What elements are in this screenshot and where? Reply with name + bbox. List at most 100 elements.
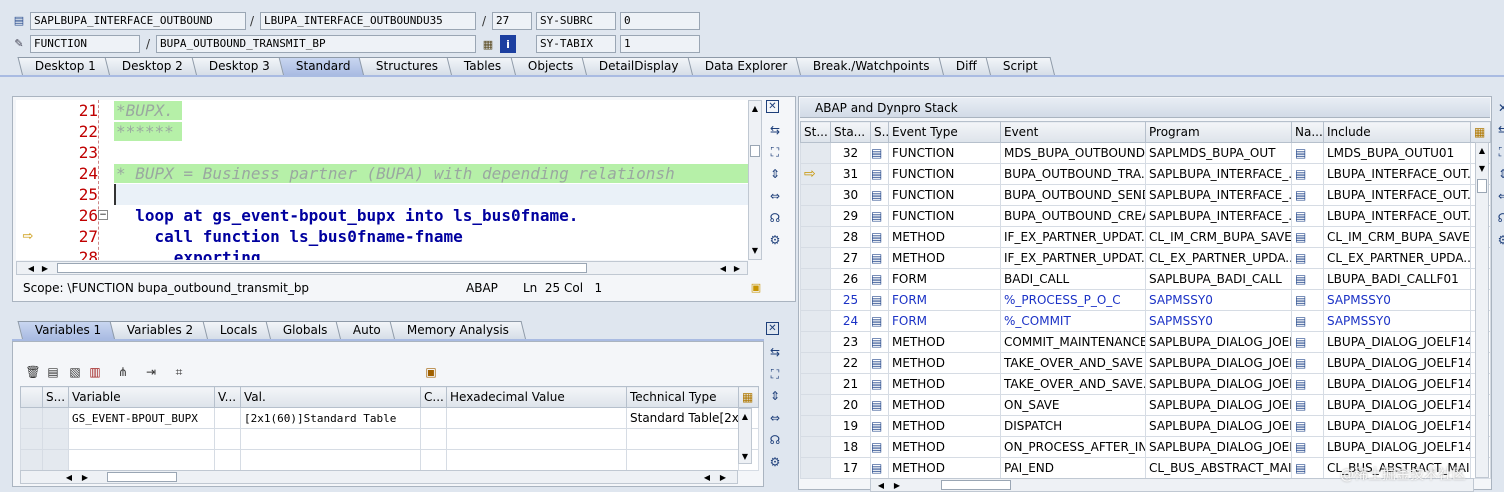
scroll-right-icon[interactable]: ▶ [39,262,51,274]
navigate-icon-cell[interactable]: ▤ [1291,415,1324,437]
tab-structures[interactable]: Structures [358,57,456,75]
tab-script[interactable]: Script [985,57,1055,75]
var-column-header[interactable]: Technical Type [626,386,739,408]
navigate-source-icon[interactable]: ▤ [1295,335,1306,349]
stack-row[interactable]: 18 ▤ METHOD ON_PROCESS_AFTER_IN... SAPLBUPA_… [800,436,1491,458]
scroll-right-icon[interactable]: ▶ [79,471,91,483]
stack-row[interactable]: 29▤FUNCTIONBUPA_OUTBOUND_CREA...SAPLBUPA… [800,205,1491,227]
scroll-down-icon[interactable]: ▼ [739,451,751,461]
source-code-icon[interactable]: ▤ [872,167,883,181]
scroll-down-icon[interactable]: ▼ [1476,163,1488,173]
tab-desktop-1[interactable]: Desktop 1 [17,57,113,75]
code-hscroll[interactable]: ◀ ▶ ◀ ▶ [16,261,748,275]
tab-detaildisplay[interactable]: DetailDisplay [581,57,696,75]
navigate-icon-cell[interactable]: ▤ [1291,163,1324,185]
var-column-header[interactable]: C... [420,386,447,408]
var-column-header[interactable]: V... [214,386,241,408]
program-field[interactable]: SAPLBUPA_INTERFACE_OUTBOUND [30,12,246,30]
scroll-thumb[interactable] [57,263,587,273]
copy-icon[interactable]: ▧ [66,364,84,380]
tab-tables[interactable]: Tables [446,57,519,75]
close-icon[interactable]: ✕ [1494,100,1504,116]
stack-column-header[interactable]: Na... [1291,121,1324,143]
stack-row[interactable]: 32 ▤ FUNCTION MDS_BUPA_OUTBOUND SAPLMDS_BUPA… [800,142,1491,164]
sysvalue-subrc[interactable]: 0 [620,12,700,30]
services-icon[interactable]: ☊ [766,432,784,448]
source-icon-cell[interactable]: ▤ [870,268,889,290]
import-icon[interactable]: ▥ [86,364,104,380]
code-line[interactable]: 26 loop at gs_event-bpout_bupx into ls_b… [16,205,748,226]
source-icon-cell[interactable]: ▤ [870,163,889,185]
scroll-left-icon[interactable]: ◀ [63,471,75,483]
variables-vscroll[interactable]: ▲ ▼ [738,408,752,464]
source-code-icon[interactable]: ▤ [872,419,883,433]
tab-standard[interactable]: Standard [278,57,368,75]
maximize-icon[interactable]: ⛶ [1494,144,1504,160]
stack-row[interactable]: 19 ▤ METHOD DISPATCH SAPLBUPA_DIALOG_JOEL ▤ LB… [800,415,1491,437]
navigate-icon-cell[interactable]: ▤ [1291,394,1324,416]
scroll-left-icon[interactable]: ◀ [717,262,729,274]
stack-row[interactable]: 23 ▤ METHOD COMMIT_MAINTENANCES SAPLBUPA_DIA… [800,331,1491,353]
tab-memory-analysis[interactable]: Memory Analysis [389,321,527,339]
source-icon-cell[interactable]: ▤ [870,184,889,206]
source-code-icon[interactable]: ▤ [872,335,883,349]
source-icon-cell[interactable]: ▤ [870,205,889,227]
source-code-icon[interactable]: ▤ [872,230,883,244]
tab-variables-1[interactable]: Variables 1 [17,321,119,339]
stack-row[interactable]: 20 ▤ METHOD ON_SAVE SAPLBUPA_DIALOG_JOEL ▤ LBU… [800,394,1491,416]
source-code-icon[interactable]: ▤ [872,398,883,412]
stack-column-header[interactable]: Include [1323,121,1471,143]
settings-icon[interactable]: ⚙ [766,454,784,470]
info-icon[interactable]: i [500,35,516,53]
maximize-icon[interactable]: ⛶ [766,144,784,160]
source-code-icon[interactable]: ▤ [872,461,883,475]
type-field[interactable]: FUNCTION [30,35,140,53]
stack-column-header[interactable]: Sta... [830,121,871,143]
source-icon-cell[interactable]: ▤ [870,289,889,311]
navigate-icon-cell[interactable]: ▤ [1291,226,1324,248]
delete-icon[interactable]: 🗑 [24,364,42,380]
tab-locals[interactable]: Locals [202,321,274,339]
navigate-source-icon[interactable]: ▤ [1295,419,1306,433]
save-icon[interactable]: ▣ [422,364,440,380]
navigate-source-icon[interactable]: ▤ [1295,377,1306,391]
source-code-icon[interactable]: ▤ [872,272,883,286]
swap-tool-icon[interactable]: ⇆ [1494,122,1504,138]
tag-icon[interactable]: ⌗ [170,364,188,380]
navigate-source-icon[interactable]: ▤ [1295,461,1306,475]
swap-tool-icon[interactable]: ⇆ [766,344,784,360]
stack-row[interactable]: 22 ▤ METHOD TAKE_OVER_AND_SAVE SAPLBUPA_DIAL… [800,352,1491,374]
source-icon-cell[interactable]: ▤ [870,331,889,353]
stack-column-header[interactable]: S... [870,121,889,143]
navigate-icon-cell[interactable]: ▤ [1291,310,1324,332]
scroll-thumb[interactable] [750,145,760,157]
navigate-icon-cell[interactable]: ▤ [1291,142,1324,164]
source-code-icon[interactable]: ▤ [872,377,883,391]
vertical-split-icon[interactable]: ⇕ [1494,166,1504,182]
scroll-thumb[interactable] [1477,179,1487,193]
navigate-source-icon[interactable]: ▤ [1295,314,1306,328]
navigate-source-icon[interactable]: ▤ [1295,146,1306,160]
where-used-icon[interactable]: ▦ [480,35,496,53]
source-code-icon[interactable]: ▤ [872,293,883,307]
source-icon-cell[interactable]: ▤ [870,394,889,416]
source-code-icon[interactable]: ▤ [872,314,883,328]
navigate-source-icon[interactable]: ▤ [1295,188,1306,202]
row-selector[interactable] [20,407,43,429]
code-vscroll[interactable]: ▲ ▼ [748,100,762,260]
layout-icon[interactable]: ▦ [738,386,759,408]
source-code-icon[interactable]: ▤ [872,188,883,202]
source-icon-cell[interactable]: ▤ [870,352,889,374]
scroll-right-icon[interactable]: ▶ [717,471,729,483]
source-icon-cell[interactable]: ▤ [870,226,889,248]
source-icon-cell[interactable]: ▤ [870,457,889,479]
table-row[interactable] [20,428,759,450]
scroll-right-icon[interactable]: ▶ [731,262,743,274]
horizontal-split-icon[interactable]: ⇔ [1494,188,1504,204]
horizontal-split-icon[interactable]: ⇔ [766,410,784,426]
source-icon-cell[interactable]: ▤ [870,310,889,332]
stack-column-header[interactable]: Program [1145,121,1292,143]
tab-variables-2[interactable]: Variables 2 [109,321,211,339]
table-row[interactable]: GS_EVENT-BPOUT_BUPX [2x1(60)]Standard Tab… [20,407,759,429]
hierarchy-icon[interactable]: ⋔ [114,364,132,380]
